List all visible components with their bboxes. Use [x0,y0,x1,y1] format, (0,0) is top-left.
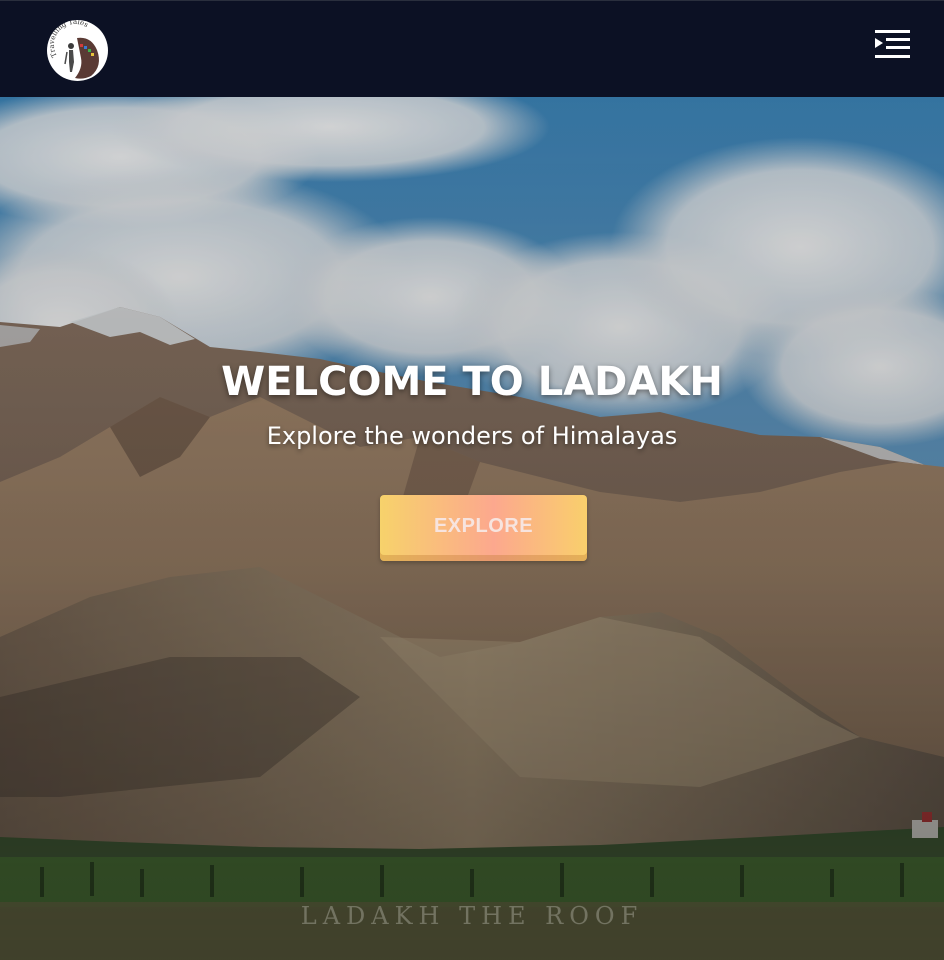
explore-button[interactable]: EXPLORE [380,495,587,561]
hero-title: WELCOME TO LADAKH [221,359,723,405]
hero-subtitle: Explore the wonders of Himalayas [266,422,678,450]
menu-indent-icon[interactable] [872,27,912,63]
traveller-logo-icon: Travelling Tales [47,20,108,81]
site-logo[interactable]: Travelling Tales [47,20,108,81]
hero-section: WELCOME TO LADAKH Explore the wonders of… [0,97,944,960]
image-watermark: LADAKH THE ROOF [300,902,644,930]
page: Travelling Tales WELCOME TO LADAKH Explo… [0,0,944,960]
top-navbar: Travelling Tales [0,0,944,97]
menu-icon-graphic [875,30,910,58]
